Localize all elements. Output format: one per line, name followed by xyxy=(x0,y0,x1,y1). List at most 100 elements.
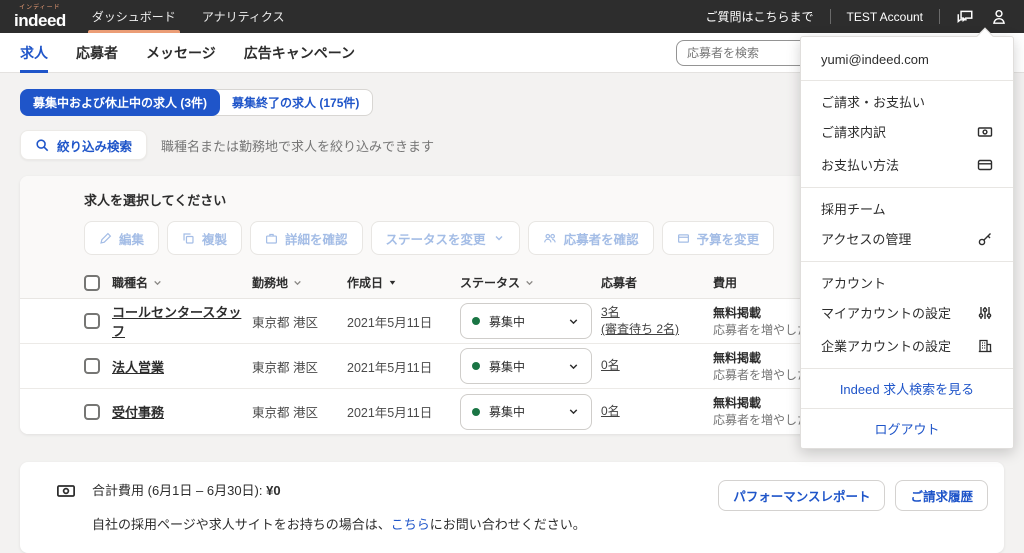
credit-card-icon xyxy=(977,159,993,170)
chevron-down-icon xyxy=(569,318,578,324)
note-text-after: にお問い合わせください。 xyxy=(429,517,586,532)
status-dropdown[interactable]: 募集中 xyxy=(460,393,592,430)
status-dropdown[interactable]: 募集中 xyxy=(460,348,592,384)
change-status-label: ステータスを変更 xyxy=(385,232,486,247)
sort-chevron-icon xyxy=(526,280,533,286)
row-checkbox[interactable] xyxy=(84,403,100,420)
tab-campaigns[interactable]: 広告キャンペーン xyxy=(244,33,355,72)
column-header-created[interactable]: 作成日 xyxy=(347,274,460,291)
column-header-applicants: 応募者 xyxy=(601,276,638,290)
status-label: 募集中 xyxy=(489,359,526,374)
row-checkbox[interactable] xyxy=(84,358,100,374)
performance-report-button[interactable]: パフォーマンスレポート xyxy=(718,480,886,511)
help-link[interactable]: ご質問はこちらまで xyxy=(706,8,814,25)
tab-jobs[interactable]: 求人 xyxy=(20,33,48,73)
chevron-down-icon xyxy=(495,236,503,241)
job-location: 東京都 港区 xyxy=(252,315,318,330)
topbar-right: ご質問はこちらまで TEST Account xyxy=(706,8,1009,26)
status-label: 募集中 xyxy=(489,405,526,419)
applicants-cell: 0名 xyxy=(601,403,713,420)
budget-icon xyxy=(677,233,689,243)
account-section-label: アカウント xyxy=(821,276,887,291)
column-header-location[interactable]: 勤務地 xyxy=(252,274,347,291)
job-title-link[interactable]: コールセンタースタッフ xyxy=(112,302,252,340)
job-created-date: 2021年5月11日 xyxy=(347,315,433,330)
job-title-link[interactable]: 受付事務 xyxy=(112,402,252,421)
billing-summary-card: 合計費用 (6月1日 – 6月30日): ¥0 自社の採用ページや求人サイトをお… xyxy=(20,462,1004,553)
search-icon xyxy=(36,139,49,152)
filter-button-label: 絞り込み検索 xyxy=(57,139,133,154)
key-icon xyxy=(978,232,991,245)
filter-search-button[interactable]: 絞り込み検索 xyxy=(20,130,148,160)
job-location: 東京都 港区 xyxy=(252,406,318,420)
top-nav: ダッシュボード アナリティクス xyxy=(87,0,285,33)
open-paused-jobs-tab[interactable]: 募集中および休止中の求人 (3件) xyxy=(20,89,221,116)
view-applicants-button[interactable]: 応募者を確認 xyxy=(527,221,654,255)
messages-icon[interactable] xyxy=(956,8,974,26)
status-dot-icon xyxy=(472,407,480,416)
topnav-item-analytics[interactable]: アナリティクス xyxy=(202,0,285,33)
menu-item-billing-detail[interactable]: ご請求内訳 xyxy=(801,115,1013,148)
team-section: 採用チーム アクセスの管理 xyxy=(801,188,1013,261)
applicants-pending-link[interactable]: (審査待ち 2名) xyxy=(601,321,679,338)
tab-applicants[interactable]: 応募者 xyxy=(76,33,118,72)
note-text-before: 自社の採用ページや求人サイトをお持ちの場合は、 xyxy=(92,517,391,532)
copy-icon xyxy=(183,232,194,244)
total-cost-value: ¥0 xyxy=(266,483,281,498)
status-label: 募集中 xyxy=(489,314,526,329)
account-name[interactable]: TEST Account xyxy=(847,10,923,24)
column-header-title[interactable]: 職種名 xyxy=(112,274,252,291)
sliders-icon xyxy=(978,306,992,319)
account-icon[interactable] xyxy=(990,8,1008,26)
menu-item-view-job-search[interactable]: Indeed 求人検索を見る xyxy=(801,369,1013,408)
menu-item-company-account-settings[interactable]: 企業アカウントの設定 xyxy=(801,329,1013,362)
tab-messages[interactable]: メッセージ xyxy=(146,33,216,72)
menu-item-access-management[interactable]: アクセスの管理 xyxy=(801,222,1013,255)
summary-left: 合計費用 (6月1日 – 6月30日): ¥0 自社の採用ページや求人サイトをお… xyxy=(56,480,586,533)
column-header-status[interactable]: ステータス xyxy=(460,274,601,291)
select-all-checkbox[interactable] xyxy=(84,274,100,291)
applicants-count-link[interactable]: 3名 xyxy=(601,304,620,321)
applicants-cell: 3名 (審査待ち 2名) xyxy=(601,304,713,339)
view-details-button[interactable]: 詳細を確認 xyxy=(250,221,363,255)
summary-text-block: 合計費用 (6月1日 – 6月30日): ¥0 自社の採用ページや求人サイトをお… xyxy=(92,480,586,533)
briefcase-icon xyxy=(266,233,278,244)
menu-item-logout[interactable]: ログアウト xyxy=(801,409,1013,448)
summary-actions: パフォーマンスレポート ご請求履歴 xyxy=(718,480,988,511)
job-title-link[interactable]: 法人営業 xyxy=(112,357,252,376)
banknote-icon xyxy=(977,126,993,137)
billing-section: ご請求・お支払い ご請求内訳 お支払い方法 xyxy=(801,81,1013,187)
indeed-logo[interactable]: インディード indeed xyxy=(14,5,66,29)
menu-item-payment-method[interactable]: お支払い方法 xyxy=(801,148,1013,181)
applicants-cell: 0名 xyxy=(601,357,713,374)
change-status-button[interactable]: ステータスを変更 xyxy=(370,221,520,255)
contact-note: 自社の採用ページや求人サイトをお持ちの場合は、こちらにお問い合わせください。 xyxy=(92,514,586,533)
applicants-count-link[interactable]: 0名 xyxy=(601,403,620,420)
pencil-icon xyxy=(100,232,112,244)
job-created-date: 2021年5月11日 xyxy=(347,360,433,375)
brand-text: indeed xyxy=(14,10,66,30)
status-dot-icon xyxy=(472,317,480,325)
team-section-label: 採用チーム xyxy=(821,202,886,217)
job-created-date: 2021年5月11日 xyxy=(347,406,433,420)
sort-desc-icon xyxy=(389,280,396,285)
billing-history-button[interactable]: ご請求履歴 xyxy=(895,480,988,511)
applicants-count-link[interactable]: 0名 xyxy=(601,357,620,374)
closed-jobs-tab[interactable]: 募集終了の求人 (175件) xyxy=(214,89,374,116)
menu-item-my-account-settings[interactable]: マイアカウントの設定 xyxy=(801,296,1013,329)
sort-chevron-icon xyxy=(154,280,161,286)
contact-link[interactable]: こちら xyxy=(391,517,430,532)
building-icon xyxy=(978,339,992,352)
status-dropdown[interactable]: 募集中 xyxy=(460,303,592,339)
duplicate-button[interactable]: 複製 xyxy=(167,221,243,255)
banknote-icon xyxy=(56,481,76,533)
edit-button[interactable]: 編集 xyxy=(84,221,160,255)
top-navbar: インディード indeed ダッシュボード アナリティクス ご質問はこちらまで … xyxy=(0,0,1024,33)
row-checkbox[interactable] xyxy=(84,313,100,329)
topnav-item-dashboard[interactable]: ダッシュボード xyxy=(87,0,180,33)
duplicate-label: 複製 xyxy=(202,232,228,247)
people-icon xyxy=(543,233,556,243)
chevron-down-icon xyxy=(569,363,578,369)
change-budget-button[interactable]: 予算を変更 xyxy=(661,221,775,255)
account-dropdown-menu: yumi@indeed.com ご請求・お支払い ご請求内訳 お支払い方法 採用… xyxy=(800,27,1014,449)
